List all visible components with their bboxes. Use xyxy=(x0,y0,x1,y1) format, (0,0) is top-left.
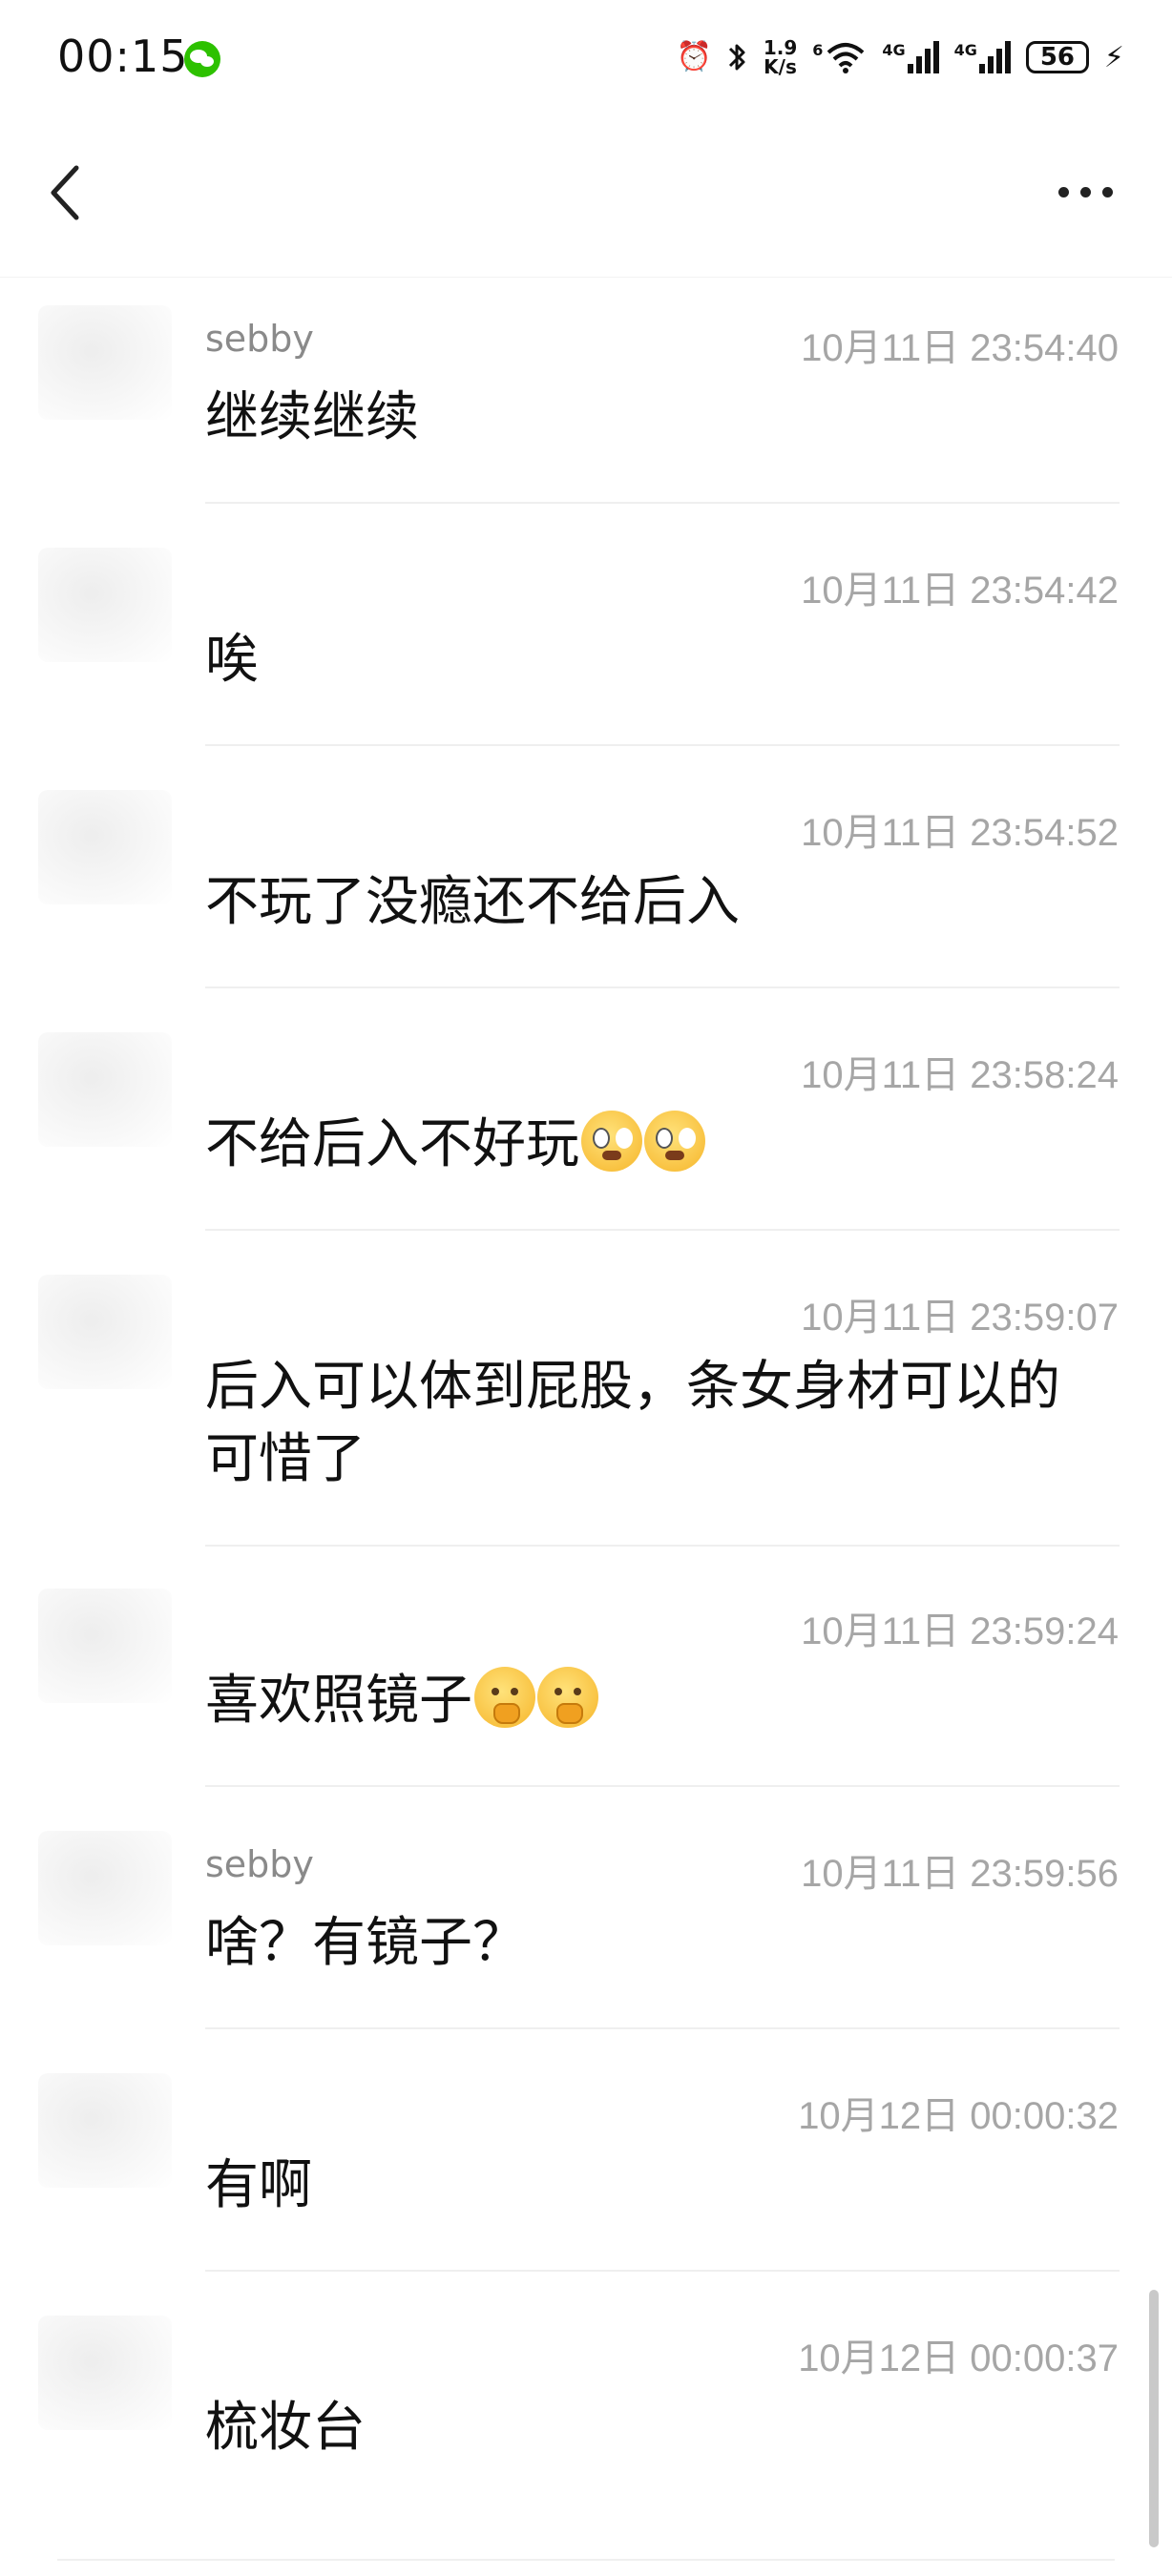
net-speed-value: 1.9 xyxy=(763,36,798,59)
avatar xyxy=(38,790,172,904)
sim2-label: 4G xyxy=(953,41,977,59)
scrollbar[interactable] xyxy=(1149,2290,1159,2547)
alarm-icon: ⏰ xyxy=(676,40,712,73)
battery-icon: 56 xyxy=(1025,41,1089,73)
avatar xyxy=(38,548,172,662)
message-text: 喜欢照镜子 xyxy=(205,1670,472,1732)
timestamp: 10月11日 23:58:24 xyxy=(801,1054,1119,1096)
message-text: 不玩了没瘾还不给后入 xyxy=(205,871,740,933)
message-body: 不给后入不好玩 xyxy=(205,1109,1112,1181)
sender-name: sebby xyxy=(205,1843,314,1885)
message-text: 继续继续 xyxy=(205,386,419,448)
divider xyxy=(205,1545,1120,1547)
sender-name: sebby xyxy=(205,318,314,360)
charging-icon: ⚡ xyxy=(1103,40,1124,74)
divider xyxy=(205,2027,1120,2029)
net-speed: 1.9 K/s xyxy=(764,38,797,76)
message-text: 有啊 xyxy=(205,2154,312,2216)
status-bar: 00:15 ⏰ 1.9 K/s 6 4G 4G 56 ⚡ xyxy=(0,0,1172,114)
divider xyxy=(205,1229,1120,1231)
avatar xyxy=(38,1831,172,1945)
timestamp: 10月11日 23:54:40 xyxy=(801,327,1119,369)
avatar xyxy=(38,305,172,420)
signal-bars-icon xyxy=(978,41,1011,73)
message-body: 喜欢照镜子 xyxy=(205,1665,1112,1737)
timestamp: 10月12日 00:00:32 xyxy=(798,2095,1119,2137)
timestamp: 10月12日 00:00:37 xyxy=(798,2337,1119,2379)
timestamp: 10月11日 23:59:56 xyxy=(801,1853,1119,1895)
giggle-emoji-icon xyxy=(537,1667,598,1728)
nav-bar xyxy=(0,153,1172,278)
timestamp: 10月11日 23:54:42 xyxy=(801,570,1119,612)
timestamp: 10月11日 23:59:07 xyxy=(801,1297,1119,1339)
timestamp: 10月11日 23:59:24 xyxy=(801,1610,1119,1652)
net-speed-unit: K/s xyxy=(764,55,797,78)
divider xyxy=(205,1785,1120,1787)
crying-emoji-icon xyxy=(581,1111,642,1172)
divider xyxy=(205,987,1120,988)
divider xyxy=(57,2559,1115,2561)
bluetooth-icon xyxy=(728,44,745,71)
message-text: 唉 xyxy=(205,629,259,691)
avatar xyxy=(38,2073,172,2188)
timestamp: 10月11日 23:54:52 xyxy=(801,812,1119,854)
avatar xyxy=(38,1032,172,1147)
sim1-signal: 4G xyxy=(882,41,939,73)
avatar xyxy=(38,2316,172,2430)
giggle-emoji-icon xyxy=(474,1667,535,1728)
avatar xyxy=(38,1589,172,1703)
message-text: 梳妆台 xyxy=(205,2397,366,2459)
divider xyxy=(205,2270,1120,2272)
wifi-label: 6 xyxy=(812,41,824,59)
divider xyxy=(205,744,1120,746)
sim2-signal: 4G xyxy=(954,41,1011,73)
message-text: 后入可以体到屁股，条女身材可以的可惜了 xyxy=(205,1356,1060,1490)
sim1-label: 4G xyxy=(882,41,906,59)
back-chevron-icon[interactable] xyxy=(46,164,84,221)
status-time: 00:15 xyxy=(57,31,189,82)
wifi-indicator: 6 xyxy=(812,41,867,73)
divider xyxy=(205,502,1120,504)
message-text: 不给后入不好玩 xyxy=(205,1113,579,1175)
wechat-notification-icon xyxy=(184,41,220,77)
wifi-icon xyxy=(827,43,865,73)
crying-emoji-icon xyxy=(644,1111,705,1172)
signal-bars-icon xyxy=(907,41,939,73)
message-text: 啥？有镜子？ xyxy=(205,1912,526,1974)
more-dots-icon[interactable] xyxy=(1058,187,1113,197)
status-icons: ⏰ 1.9 K/s 6 4G 4G 56 ⚡ xyxy=(676,29,1124,86)
avatar xyxy=(38,1275,172,1389)
